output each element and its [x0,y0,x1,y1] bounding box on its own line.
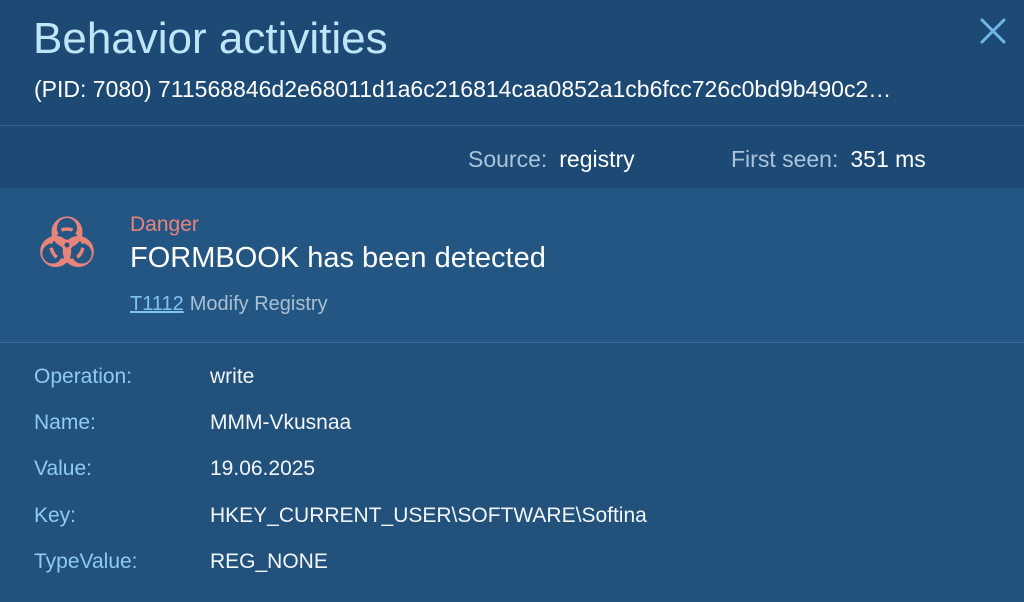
detail-value: 19.06.2025 [210,457,316,480]
biohazard-icon [32,210,102,280]
technique-info: T1112 Modify Registry [130,293,328,316]
technique-name: Modify Registry [189,293,328,315]
detail-row-operation: Operation: write [0,365,1024,405]
dialog-header: Behavior activities (PID: 7080) 71156884… [0,0,1024,126]
dialog-title: Behavior activities [33,14,388,63]
detail-label: Key: [34,504,77,527]
detection-message: FORMBOOK has been detected [130,242,546,274]
detail-value: REG_NONE [210,550,328,573]
detail-label: Value: [34,457,92,480]
detail-row-name: Name: MMM-Vkusnaa [0,411,1024,451]
first-seen-label: First seen: [731,146,839,172]
detail-label: TypeValue: [34,550,138,573]
source-label: Source: [468,146,548,172]
detail-label: Operation: [34,365,133,388]
detail-label: Name: [34,411,96,434]
source-value: registry [559,146,635,172]
process-id-line: (PID: 7080) 711568846d2e68011d1a6c216814… [34,76,892,102]
source-info: Source: registry [468,146,635,173]
detail-value: HKEY_CURRENT_USER\SOFTWARE\Softina [210,504,647,527]
technique-link[interactable]: T1112 [130,293,184,315]
close-icon[interactable] [978,16,1008,46]
detail-row-value: Value: 19.06.2025 [0,457,1024,497]
danger-label: Danger [130,213,199,236]
first-seen-value: 351 ms [850,146,926,172]
meta-bar: Source: registry First seen: 351 ms [0,126,1024,188]
first-seen-info: First seen: 351 ms [731,146,926,173]
detail-row-key: Key: HKEY_CURRENT_USER\SOFTWARE\Softina [0,504,1024,544]
detail-row-typevalue: TypeValue: REG_NONE [0,550,1024,590]
detail-value: write [210,365,255,388]
detail-value: MMM-Vkusnaa [210,411,352,434]
